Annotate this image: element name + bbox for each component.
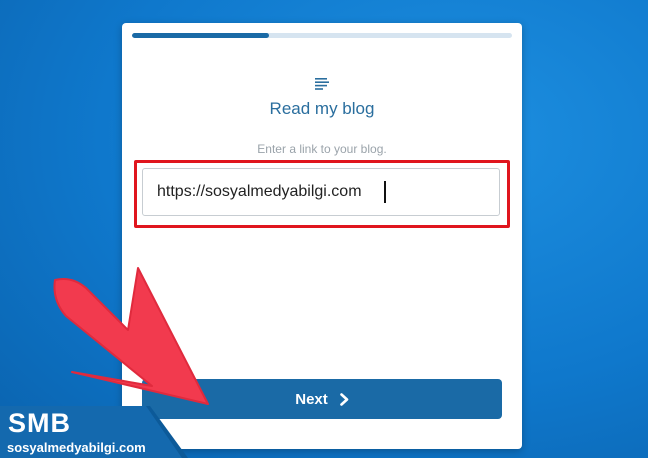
input-hint: Enter a link to your blog.	[257, 142, 387, 156]
watermark-logo: SMB	[8, 408, 71, 438]
setup-card: Read my blog Enter a link to your blog. …	[122, 23, 522, 449]
progress-bar-fill	[132, 33, 269, 38]
chevron-right-icon	[339, 392, 349, 406]
text-lines-icon	[315, 78, 329, 90]
watermark-site: sosyalmedyabilgi.com	[7, 440, 146, 455]
card-title: Read my blog	[269, 99, 375, 118]
progress-bar	[132, 33, 512, 38]
blog-url-input[interactable]	[142, 168, 500, 216]
next-button[interactable]: Next	[142, 379, 502, 419]
text-caret	[384, 181, 386, 203]
next-button-label: Next	[295, 390, 328, 408]
